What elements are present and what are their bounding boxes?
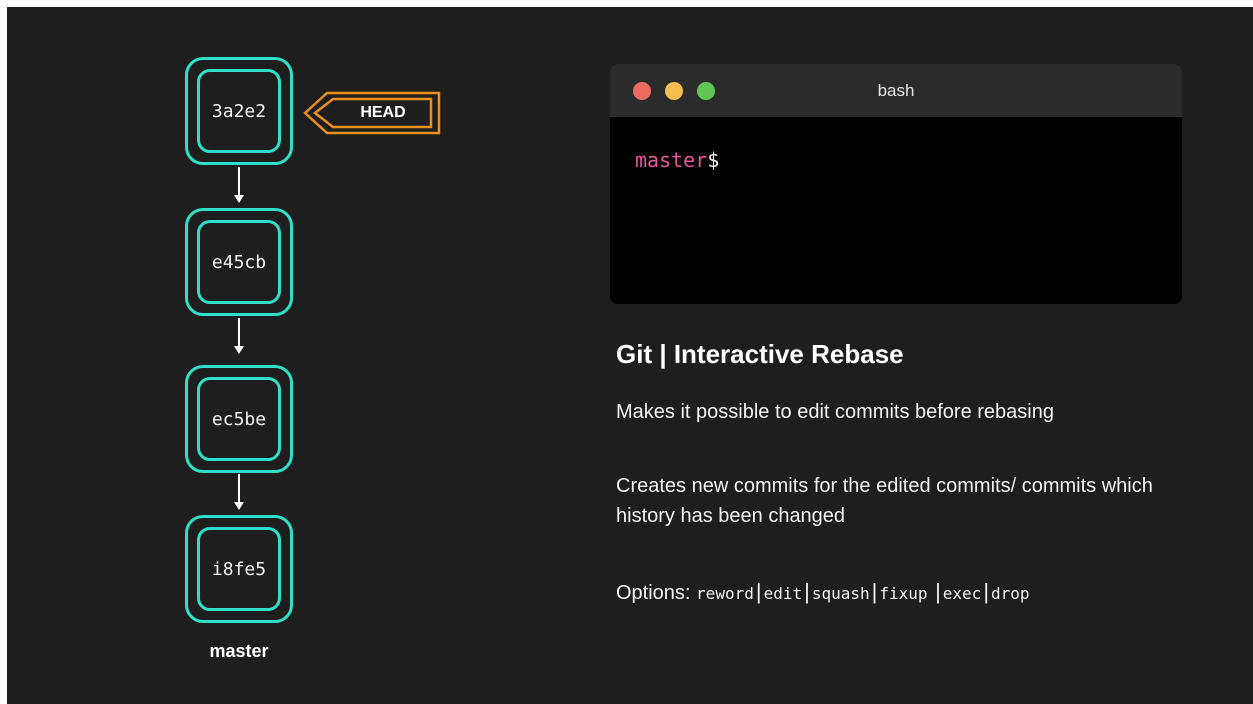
terminal-title: bash <box>877 81 915 100</box>
commit-hash: 3a2e2 <box>211 100 267 122</box>
option-drop: drop <box>991 584 1030 603</box>
commit-node-2: e45cb <box>185 208 293 316</box>
slide: 3a2e2 e45cb ec5be i8fe5 master HEAD bash… <box>7 7 1253 704</box>
options-line: Options: reword| edit| squash| fixup | exec|… <box>616 577 1030 609</box>
commit-inner-box: ec5be <box>197 377 281 461</box>
commit-hash: i8fe5 <box>211 558 267 580</box>
option-squash: squash <box>811 584 870 603</box>
prompt-symbol: $ <box>707 148 720 172</box>
option-fixup: fixup <box>879 584 928 603</box>
option-reword: reword <box>696 584 754 603</box>
commit-inner-box: e45cb <box>197 220 281 304</box>
options-separator: | <box>871 579 878 604</box>
prompt-branch: master <box>635 148 708 172</box>
commit-node-4: i8fe5 <box>185 515 293 623</box>
branch-label: master <box>209 641 269 661</box>
option-edit: edit <box>763 584 803 603</box>
terminal-titlebar: bash <box>610 64 1182 117</box>
commit-hash: ec5be <box>211 408 267 430</box>
options-label: Options: <box>616 582 691 604</box>
arrow-down-icon <box>234 474 244 510</box>
slide-title: Git | Interactive Rebase <box>616 339 904 369</box>
commit-hash: e45cb <box>211 251 267 273</box>
description-paragraph-1: Makes it possible to edit commits before… <box>616 401 1054 423</box>
arrow-down-icon <box>234 318 244 354</box>
commit-node-1: 3a2e2 <box>185 57 293 165</box>
description-paragraph-2: Creates new commits for the edited commi… <box>616 475 1153 527</box>
option-exec: exec <box>942 584 982 603</box>
commit-inner-box: i8fe5 <box>197 527 281 611</box>
options-separator: | <box>935 579 941 604</box>
head-label: HEAD <box>360 104 406 121</box>
options-separator: | <box>755 579 762 604</box>
terminal-window[interactable]: bash master$ <box>610 64 1182 304</box>
options-separator: | <box>804 579 810 604</box>
options-separator: | <box>983 579 990 604</box>
arrow-down-icon <box>234 167 244 203</box>
commit-node-3: ec5be <box>185 365 293 473</box>
terminal-prompt[interactable]: master$ <box>635 148 719 172</box>
commit-inner-box: 3a2e2 <box>197 69 281 153</box>
